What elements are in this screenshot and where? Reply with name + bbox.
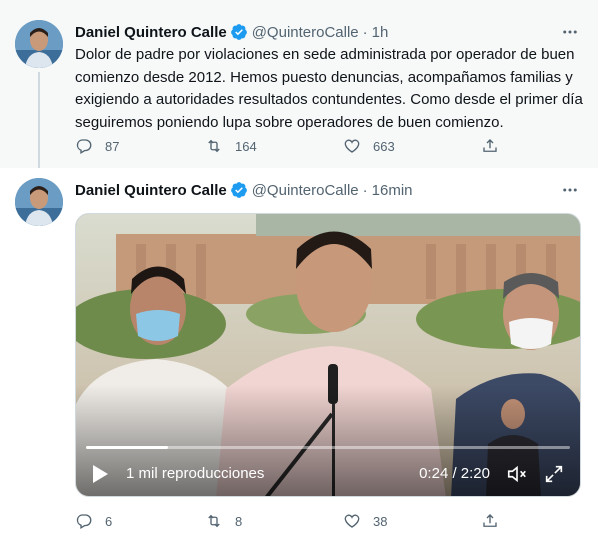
verified-badge-icon [230, 23, 248, 41]
video-time: 0:24 / 2:20 [419, 465, 490, 482]
more-dots-icon[interactable] [558, 22, 582, 42]
tweet-header: Daniel Quintero Calle @QuinteroCalle · 1… [75, 180, 413, 200]
reply-button[interactable]: 87 [75, 136, 119, 156]
like-button[interactable]: 663 [343, 136, 395, 156]
reply-count: 87 [105, 138, 120, 154]
retweet-count: 8 [235, 513, 243, 529]
thread-line [38, 72, 40, 176]
like-count: 663 [373, 138, 395, 154]
share-icon [483, 514, 497, 527]
fullscreen-icon[interactable] [543, 463, 565, 485]
video-progress-fill [86, 446, 169, 449]
tweet-2[interactable]: Daniel Quintero Calle @QuinteroCalle · 1… [0, 168, 598, 543]
avatar[interactable] [15, 178, 63, 226]
reply-icon [76, 139, 92, 154]
tweet-actions: 87 164 663 [75, 136, 505, 156]
heart-icon [344, 139, 360, 153]
video-progress-bar[interactable] [86, 446, 570, 449]
tweet-header: Daniel Quintero Calle @QuinteroCalle · 1… [75, 22, 388, 42]
tweet-text: Dolor de padre por violaciones en sede a… [75, 46, 583, 131]
reply-icon [76, 514, 92, 529]
author-handle[interactable]: @QuinteroCalle [252, 182, 359, 199]
retweet-button[interactable]: 8 [205, 511, 242, 531]
reply-button[interactable]: 6 [75, 511, 112, 531]
verified-badge-icon [230, 181, 248, 199]
heart-icon [344, 514, 360, 528]
reply-count: 6 [105, 513, 113, 529]
video-player[interactable]: 1 mil reproducciones 0:24 / 2:20 [75, 213, 581, 497]
volume-icon[interactable] [506, 463, 528, 485]
share-icon [483, 139, 497, 152]
video-controls: 1 mil reproducciones 0:24 / 2:20 [76, 452, 580, 496]
share-button[interactable] [481, 136, 499, 156]
header-separator: · [362, 181, 368, 199]
author-name[interactable]: Daniel Quintero Calle [75, 24, 227, 41]
author-handle[interactable]: @QuinteroCalle [252, 24, 359, 41]
like-count: 38 [373, 513, 388, 529]
tweet-actions: 6 8 38 [75, 511, 505, 531]
video-views: 1 mil reproducciones [126, 465, 265, 482]
retweet-icon [208, 139, 220, 153]
more-dots-icon[interactable] [558, 180, 582, 200]
play-icon[interactable] [90, 464, 110, 484]
retweet-icon [208, 514, 220, 528]
share-button[interactable] [481, 511, 499, 531]
avatar-image [15, 20, 63, 68]
tweet-time[interactable]: 1h [372, 24, 389, 41]
retweet-button[interactable]: 164 [205, 136, 257, 156]
tweet-time[interactable]: 16min [372, 182, 413, 199]
author-name[interactable]: Daniel Quintero Calle [75, 182, 227, 199]
tweet-1[interactable]: Daniel Quintero Calle @QuinteroCalle · 1… [0, 0, 598, 176]
retweet-count: 164 [235, 138, 257, 154]
like-button[interactable]: 38 [343, 511, 387, 531]
avatar[interactable] [15, 20, 63, 68]
avatar-image [15, 178, 63, 226]
header-separator: · [362, 23, 368, 41]
